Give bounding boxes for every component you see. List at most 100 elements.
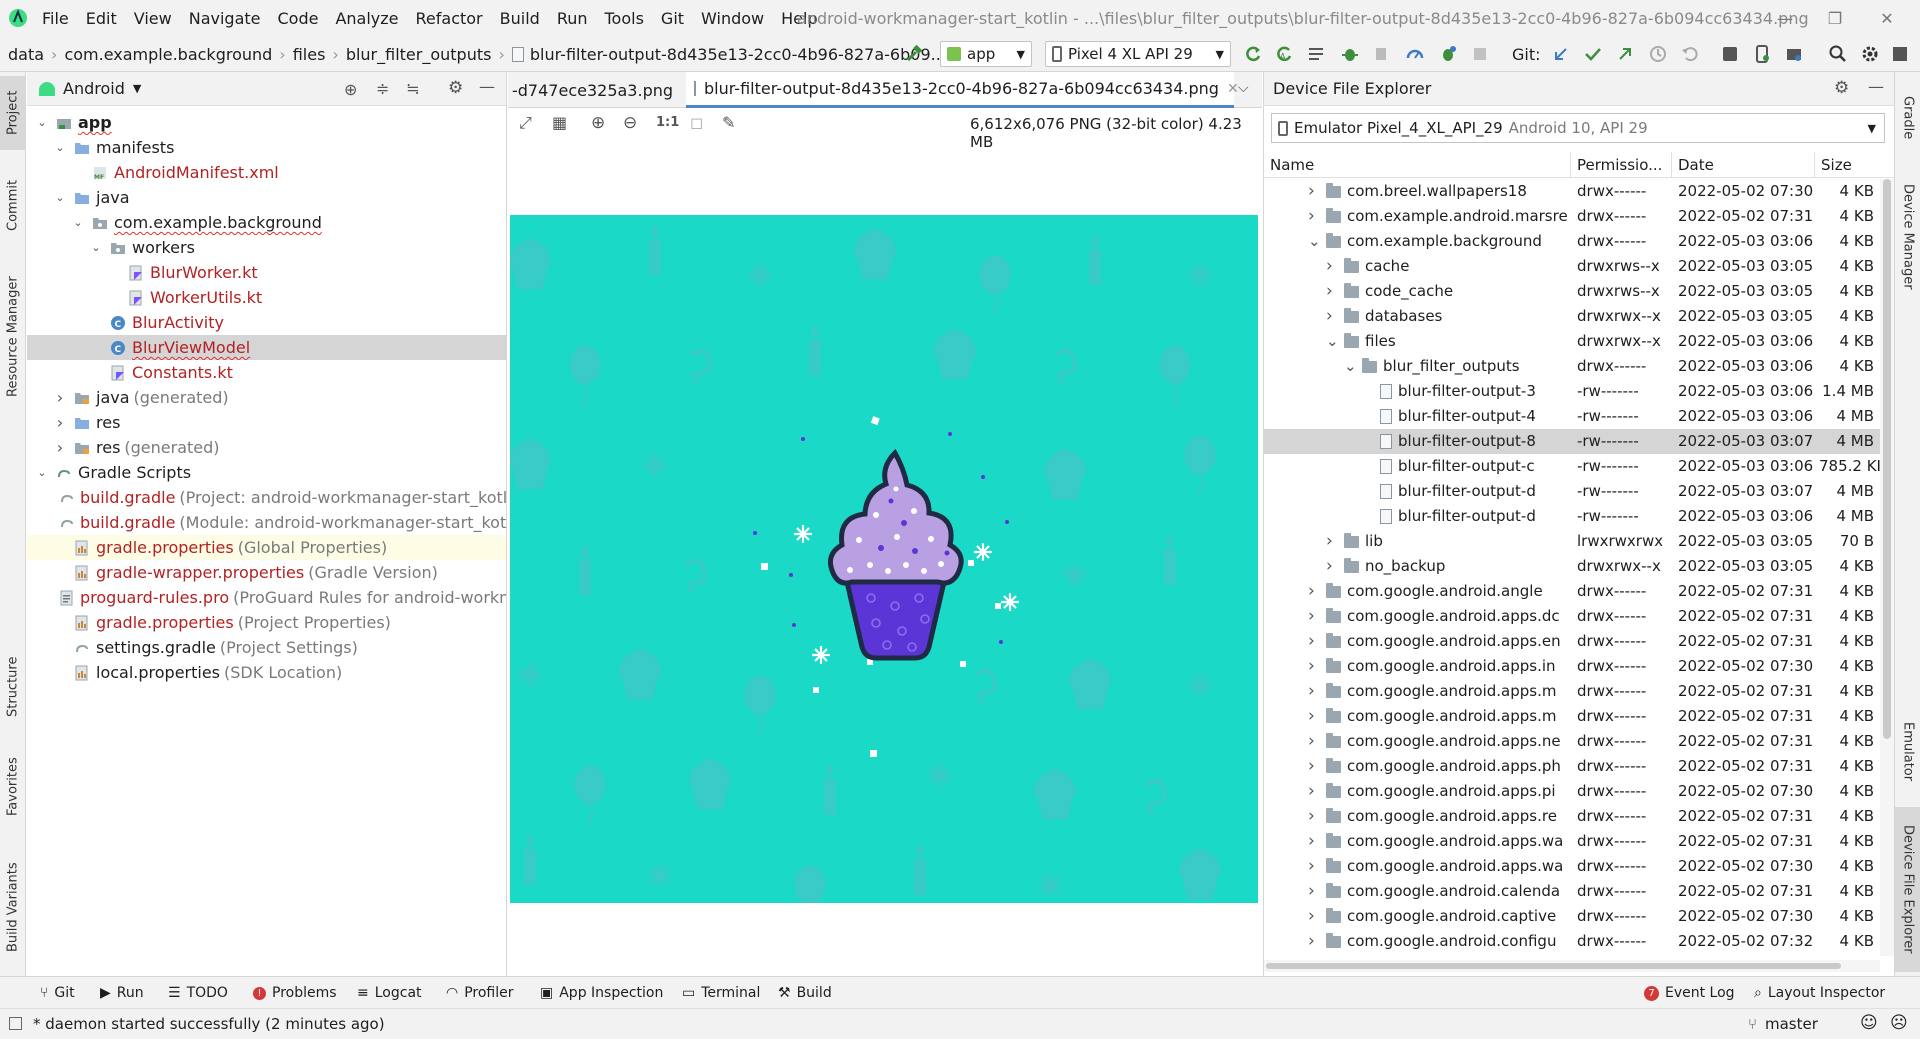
tree-item[interactable]: gradle.properties (Global Properties) [27,535,506,560]
run-config-select[interactable]: app ▼ [940,41,1032,67]
tool-tab-layout-inspector[interactable]: ⌕ Layout Inspector [1754,977,1885,1009]
tree-item[interactable]: settings.gradle (Project Settings) [27,635,506,660]
fit-window-icon[interactable]: ◻ [690,113,703,132]
tool-tab-run[interactable]: ▶ Run [100,977,144,1009]
hide-panel-icon[interactable]: — [479,77,495,96]
chevron-down-icon[interactable]: ⌄ [1344,354,1358,379]
expand-all-icon[interactable]: ≑ [376,79,389,98]
chevron-right-icon[interactable]: › [1308,679,1322,704]
chevron-right-icon[interactable]: › [1308,754,1322,779]
tree-item[interactable]: › java (generated) [27,385,506,410]
tool-tab-favorites[interactable]: Favorites [0,742,26,832]
tree-item[interactable]: gradle-wrapper.properties (Gradle Version… [27,560,506,585]
chevron-right-icon[interactable]: › [1308,904,1322,929]
git-update-icon[interactable] [1551,44,1571,64]
breadcrumb-package[interactable]: com.example.background [64,45,272,64]
file-row[interactable]: blur-filter-output-c -rw------- 2022-05-03… [1264,454,1880,479]
restore-button[interactable]: ❐ [1810,0,1860,36]
chevron-right-icon[interactable]: › [1326,529,1340,554]
tree-item[interactable]: Constants.kt [27,360,506,385]
file-row[interactable]: › com.google.android.apps.re drwx------ 202… [1264,804,1880,829]
file-row[interactable]: blur-filter-output-3 -rw------- 2022-05-03… [1264,379,1880,404]
file-row[interactable]: › com.google.android.apps.ne drwx------ 202… [1264,729,1880,754]
chevron-down-icon[interactable]: ⌄ [1326,329,1340,354]
git-push-icon[interactable] [1615,44,1635,64]
menu-git[interactable]: Git [661,9,693,28]
grid-toggle-icon[interactable]: ▦ [552,113,567,132]
scrollbar-thumb[interactable] [1266,963,1841,969]
zoom-out-icon[interactable]: ⊖ [623,113,637,133]
apply-code-changes-icon[interactable]: A [1274,44,1294,64]
chevron-down-icon[interactable]: ⌄ [89,241,103,255]
menu-build[interactable]: Build [500,9,549,28]
file-row[interactable]: › com.google.android.apps.dc drwx------ 202… [1264,604,1880,629]
history-clock-icon[interactable] [1648,44,1668,64]
fit-zoom-icon[interactable]: ⤢ [519,113,532,133]
tab-list-chevron-icon[interactable]: ⌵ [1238,80,1249,96]
file-row[interactable]: › com.breel.wallpapers18 drwx------ 2022-05… [1264,179,1880,204]
tree-item[interactable]: C BlurActivity [27,310,506,335]
tree-item[interactable]: build.gradle (Module: android-workmanager… [27,510,506,535]
tree-item[interactable]: ⌄ java [27,185,506,210]
minimize-button[interactable]: — [1760,0,1810,36]
rollback-icon[interactable] [1680,44,1700,64]
menu-navigate[interactable]: Navigate [189,9,270,28]
chevron-right-icon[interactable]: › [1308,604,1322,629]
tool-tab-git[interactable]: ⑂ Git [40,977,75,1009]
menu-view[interactable]: View [134,9,181,28]
chevron-right-icon[interactable]: › [1308,579,1322,604]
breadcrumb-data[interactable]: data [8,45,44,64]
profiler-icon[interactable] [1405,44,1425,64]
file-row[interactable]: › com.google.android.apps.ph drwx------ 202… [1264,754,1880,779]
project-view-selector[interactable]: Android [63,79,125,98]
tree-item[interactable]: BlurWorker.kt [27,260,506,285]
tree-item[interactable]: gradle.properties (Project Properties) [27,610,506,635]
editor-tab-previous[interactable]: -d747ece325a3.png [508,72,676,108]
file-row[interactable]: ⌄ com.example.background drwx------ 2022-05… [1264,229,1880,254]
tree-item[interactable]: proguard-rules.pro (ProGuard Rules for an… [27,585,506,610]
chevron-right-icon[interactable]: › [1308,654,1322,679]
file-row[interactable]: blur-filter-output-8 -rw------- 2022-05-03… [1264,429,1880,454]
search-icon[interactable] [1828,44,1848,64]
close-window-button[interactable]: ✕ [1862,0,1912,36]
editor-tab-active[interactable]: blur-filter-output-8d435e13-2cc0-4b96-82… [686,72,1239,108]
horizontal-scrollbar[interactable] [1264,960,1880,972]
file-row[interactable]: › com.google.android.angle drwx------ 2022-… [1264,579,1880,604]
menu-window[interactable]: Window [701,9,773,28]
close-tab-icon[interactable]: ✕ [1227,81,1239,97]
menu-edit[interactable]: Edit [86,9,126,28]
chevron-right-icon[interactable]: › [1308,929,1322,954]
file-row[interactable]: › lib lrwxrwxrwx 2022-05-03 03:05 70 B [1264,529,1880,554]
file-row[interactable]: › no_backup drwxrwx--x 2022-05-03 03:05 4 KB [1264,554,1880,579]
make-project-hammer-icon[interactable] [904,44,924,64]
chevron-right-icon[interactable]: › [1308,829,1322,854]
chevron-down-icon[interactable]: ⌄ [35,116,49,130]
chevron-down-icon[interactable]: ⌄ [71,216,85,230]
collapse-all-icon[interactable]: ≒ [406,79,419,98]
tool-tab-emulator[interactable]: Emulator [1895,712,1920,792]
chevron-right-icon[interactable]: › [1308,629,1322,654]
tool-tab-build-variants[interactable]: Build Variants [0,852,26,962]
tool-tab-app-inspection[interactable]: ▣ App Inspection [540,977,663,1009]
file-row[interactable]: › com.google.android.apps.in drwx------ 202… [1264,654,1880,679]
feedback-happy-icon[interactable]: ☺ [1860,1013,1878,1033]
chevron-right-icon[interactable]: › [1326,554,1340,579]
file-row[interactable]: blur-filter-output-d -rw------- 2022-05-03… [1264,504,1880,529]
chevron-down-icon[interactable]: ⌄ [53,191,67,205]
file-row[interactable]: › com.google.android.apps.wa drwx------ 202… [1264,854,1880,879]
avd-manager-icon[interactable] [1720,44,1740,64]
file-row[interactable]: blur-filter-output-d -rw------- 2022-05-03… [1264,479,1880,504]
actual-size-button[interactable]: 1:1 [656,115,679,130]
chevron-right-icon[interactable]: › [1308,804,1322,829]
device-manager-icon[interactable] [1752,44,1772,64]
chevron-down-icon[interactable]: ⌄ [35,466,49,480]
settings-gear-icon[interactable] [1860,44,1880,64]
tree-item[interactable]: build.gradle (Project: android-workmanage… [27,485,506,510]
chevron-right-icon[interactable]: › [1308,179,1322,204]
gear-icon[interactable]: ⚙ [1834,78,1849,98]
chevron-right-icon[interactable]: › [53,388,67,407]
device-select[interactable]: Pixel 4 XL API 29 ▼ [1045,41,1231,67]
file-row[interactable]: › com.google.android.apps.en drwx------ 202… [1264,629,1880,654]
menu-analyze[interactable]: Analyze [335,9,407,28]
file-row[interactable]: ⌄ blur_filter_outputs drwx------ 2022-05-03… [1264,354,1880,379]
